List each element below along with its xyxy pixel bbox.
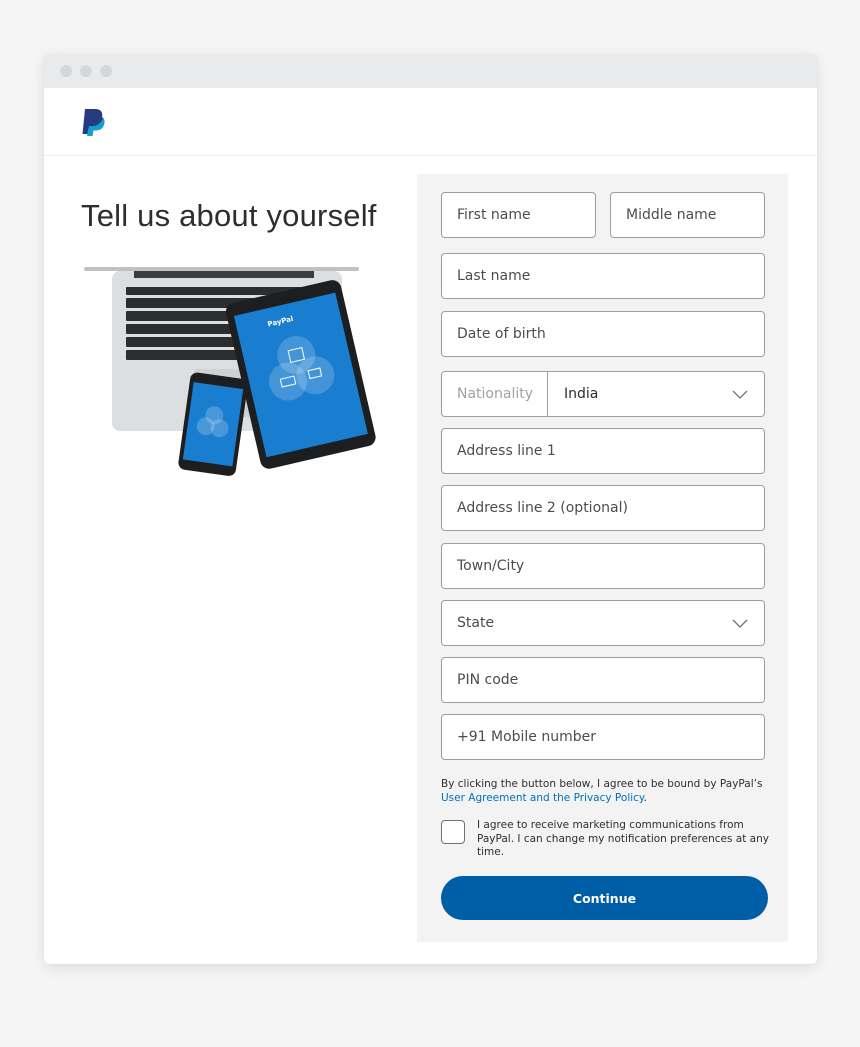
paypal-logo[interactable]: [80, 108, 106, 136]
mobile-number-field[interactable]: [441, 714, 765, 760]
address-line-2-field[interactable]: [441, 485, 765, 531]
signup-form: Nationality India State By: [417, 174, 788, 942]
marketing-consent-checkbox[interactable]: [441, 820, 465, 844]
page-title: Tell us about yourself: [81, 198, 377, 233]
window-close-button[interactable]: [60, 65, 72, 77]
devices-hero-image: PayPal: [84, 267, 376, 476]
pin-code-input[interactable]: [457, 672, 764, 688]
chevron-down-icon: [732, 619, 748, 628]
window-minimize-button[interactable]: [80, 65, 92, 77]
window-titlebar: [44, 54, 817, 88]
nationality-label: Nationality: [442, 372, 548, 416]
date-of-birth-input[interactable]: [457, 326, 764, 342]
window-maximize-button[interactable]: [100, 65, 112, 77]
browser-window: Tell us about yourself PayPal First name…: [44, 54, 817, 964]
date-of-birth-field[interactable]: [441, 311, 765, 357]
site-header: [44, 88, 817, 156]
legal-notice: By clicking the button below, I agree to…: [441, 777, 776, 805]
last-name-input[interactable]: [457, 268, 764, 284]
town-city-field[interactable]: [441, 543, 765, 589]
last-name-field[interactable]: [441, 253, 765, 299]
address-line-1-field[interactable]: [441, 428, 765, 474]
first-name-field[interactable]: [441, 192, 596, 238]
laptop-hinge: [84, 267, 359, 271]
address-line-2-input[interactable]: [457, 500, 764, 516]
legal-text: By clicking the button below, I agree to…: [441, 778, 763, 790]
legal-end: .: [643, 792, 647, 804]
town-city-input[interactable]: [457, 558, 764, 574]
middle-name-input[interactable]: [626, 207, 764, 223]
mobile-number-input[interactable]: [457, 729, 764, 745]
nationality-value: India: [564, 386, 599, 402]
state-placeholder: State: [457, 615, 495, 631]
first-name-input[interactable]: [457, 207, 595, 223]
user-agreement-link[interactable]: User Agreement and the Privacy Policy: [441, 792, 644, 804]
state-select[interactable]: State: [441, 600, 765, 646]
marketing-consent-label[interactable]: I agree to receive marketing communicati…: [477, 819, 769, 860]
pin-code-field[interactable]: [441, 657, 765, 703]
continue-button[interactable]: Continue: [441, 876, 768, 920]
nationality-select[interactable]: Nationality India: [441, 371, 765, 417]
address-line-1-input[interactable]: [457, 443, 764, 459]
chevron-down-icon: [732, 390, 748, 399]
tablet-device: PayPal: [225, 280, 376, 469]
middle-name-field[interactable]: [610, 192, 765, 238]
